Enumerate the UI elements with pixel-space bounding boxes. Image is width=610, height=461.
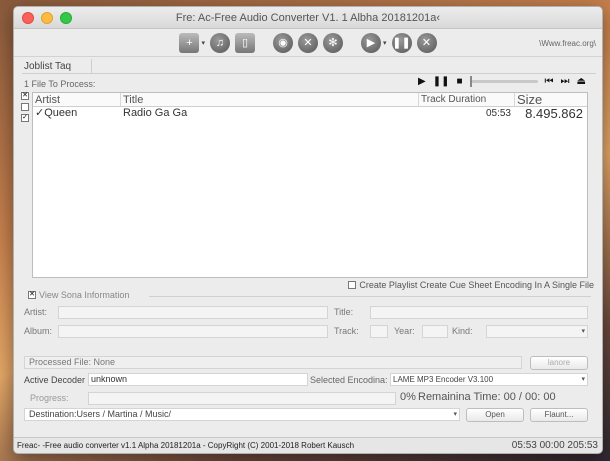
artist-label: Artist: (24, 307, 48, 317)
close-window-button[interactable] (22, 12, 34, 24)
album-field[interactable] (58, 325, 328, 338)
toolbar: + ▾ ♫ ▯ ◉ ✕ ✻ ▶ ▾ ❚❚ ✕ \Www.freac.org\ (14, 29, 602, 57)
remove-file-icon[interactable]: ▯ (235, 32, 255, 53)
selected-encoding-label: Selected Encodina: (310, 375, 388, 385)
cddb-query-icon[interactable]: ◉ (273, 32, 293, 53)
title-bar: Fre: Ac-Free Audio Converter V1. 1 Albha… (14, 7, 602, 29)
destination-field[interactable]: Destination:Users / Martina / Music/ ▾ (24, 408, 460, 421)
start-encoding-icon[interactable]: ▶ (361, 32, 381, 53)
active-decoder-field: unknown (88, 373, 308, 386)
progress-bar (88, 392, 396, 405)
select-all-checkbox[interactable]: ✕ (21, 92, 29, 100)
joblist-table: Artist Title Track Duration Size ✓Queen … (32, 92, 588, 278)
minimize-window-button[interactable] (41, 12, 53, 24)
pause-encoding-icon[interactable]: ❚❚ (391, 32, 412, 53)
play-icon[interactable]: ▶ (418, 76, 426, 87)
processed-file-label: Processed File: None (29, 357, 116, 367)
column-track-duration[interactable]: Track Duration (419, 93, 515, 106)
toggle-selection-checkbox[interactable]: ✓ (21, 114, 29, 122)
status-bar: Freac- -Free audio converter v1.1 Alpha … (14, 437, 602, 453)
row-artist: ✓Queen (35, 107, 78, 119)
row-duration: 05:53 (485, 108, 511, 119)
joblist-header: Artist Title Track Duration Size (33, 93, 587, 107)
playlist-option: Create Playlist Create Cue Sheet Encodin… (348, 280, 594, 290)
kind-label: Kind: (452, 326, 473, 336)
processed-file-field: Processed File: None (24, 356, 522, 369)
seek-handle[interactable] (469, 76, 472, 87)
progress-label: Progress: (30, 393, 69, 403)
stop-encoding-icon[interactable]: ✕ (416, 32, 437, 53)
table-row[interactable]: ✓Queen Radio Ga Ga 05:53 8.495.862 (33, 107, 587, 120)
select-none-checkbox[interactable] (21, 103, 29, 111)
status-copyright: Freac- -Free audio converter v1.1 Alpha … (17, 441, 355, 450)
remaining-time: Remainina Time: 00 / 00: 00 (418, 391, 556, 403)
column-size[interactable]: Size (515, 93, 587, 107)
destination-dropdown-icon: ▾ (453, 411, 457, 418)
row-checkbox[interactable]: ✓ (35, 107, 44, 119)
pause-icon[interactable]: ❚❚ (433, 76, 450, 87)
progress-percent: 0% (400, 391, 416, 403)
next-track-icon[interactable]: ⏭ (561, 76, 570, 87)
settings-gear-icon[interactable]: ✻ (323, 32, 343, 53)
encoder-select[interactable]: LAME MP3 Encoder V3.100 ▾ (390, 373, 588, 386)
window-title: Fre: Ac-Free Audio Converter V1. 1 Albha… (175, 12, 441, 24)
title-field[interactable] (370, 306, 588, 319)
album-label: Album: (24, 326, 53, 336)
add-files-icon[interactable]: + (179, 32, 200, 53)
row-size: 8.495.862 (525, 106, 583, 121)
artist-field[interactable] (58, 306, 328, 319)
status-times: 05:53 00:00 205:53 (511, 440, 598, 451)
tools-icon[interactable]: ✕ (298, 32, 318, 53)
player-controls: ▶ ❚❚ ■ ⏮ ⏭ ⏏ (418, 76, 586, 87)
website-link[interactable]: \Www.freac.org\ (539, 39, 596, 48)
song-info-legend: ✕ View Sona Information (28, 290, 129, 300)
column-title[interactable]: Title (121, 93, 419, 106)
kind-select[interactable]: ▾ (486, 325, 588, 338)
track-label: Track: (334, 326, 359, 336)
window-controls (22, 12, 72, 24)
create-playlist-checkbox[interactable] (348, 281, 357, 289)
app-window: Fre: Ac-Free Audio Converter V1. 1 Albha… (13, 6, 603, 454)
browse-button[interactable]: Flaunt... (530, 408, 588, 422)
zoom-window-button[interactable] (60, 12, 72, 24)
active-decoder-label: Active Decoder (24, 375, 86, 385)
year-label: Year: (394, 326, 415, 336)
add-dropdown-icon[interactable]: ▾ (201, 39, 205, 47)
selection-controls: ✕ ✓ (21, 92, 29, 122)
track-field[interactable] (370, 325, 388, 338)
title-label: Title: (334, 307, 354, 317)
files-to-process-label: 1 File To Process: (24, 79, 96, 89)
ignore-button[interactable]: lanore (530, 356, 588, 370)
encoder-dropdown-icon: ▾ (581, 376, 585, 383)
view-song-info-checkbox[interactable]: ✕ (28, 291, 36, 299)
row-title: Radio Ga Ga (123, 107, 188, 119)
cd-rip-icon[interactable]: ♫ (210, 32, 230, 53)
eject-icon[interactable]: ⏏ (577, 76, 586, 87)
tab-joblist[interactable]: Joblist Taq (24, 61, 71, 72)
stop-icon[interactable]: ■ (456, 76, 462, 87)
previous-track-icon[interactable]: ⏮ (545, 76, 554, 87)
year-field[interactable] (422, 325, 448, 338)
column-artist[interactable]: Artist (33, 93, 121, 106)
kind-dropdown-icon: ▾ (581, 328, 585, 335)
open-button[interactable]: Open (466, 408, 524, 422)
encoder-dropdown-icon[interactable]: ▾ (383, 39, 387, 47)
playlist-option-label: Create Playlist Create Cue Sheet Encodin… (359, 280, 594, 290)
seek-slider[interactable] (469, 76, 538, 87)
song-info-legend-label: View Sona Information (39, 290, 130, 300)
